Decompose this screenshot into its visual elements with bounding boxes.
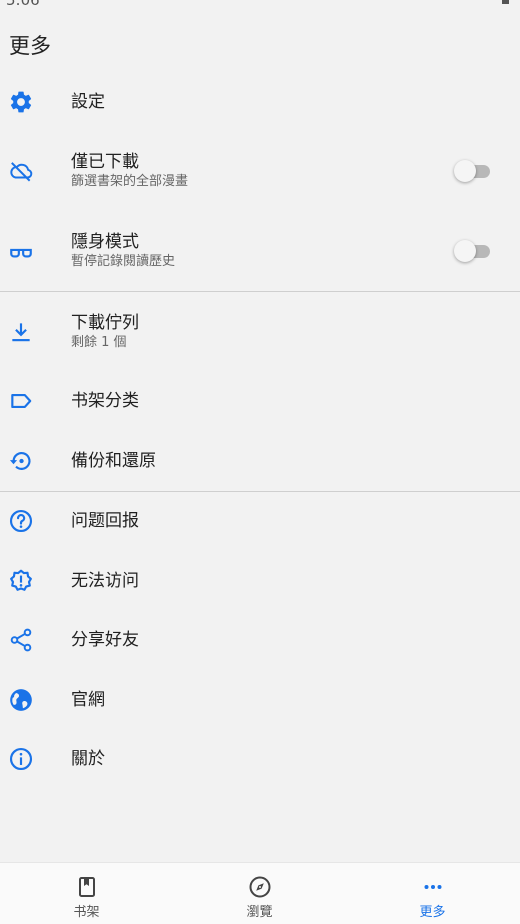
menu-item-label: 僅已下載	[71, 152, 139, 173]
menu-item-download-queue[interactable]: 下載佇列 剩餘 1 個	[0, 292, 520, 372]
menu-item-cannot-access[interactable]: 无法访问	[0, 551, 520, 611]
help-icon	[8, 508, 34, 534]
top-app-bar: 更多	[0, 10, 520, 72]
download-icon	[8, 319, 34, 345]
page-title: 更多	[9, 34, 51, 58]
menu-item-label: 關於	[71, 749, 105, 770]
menu-item-label: 分享好友	[71, 630, 139, 651]
downloaded-only-toggle[interactable]	[454, 159, 492, 183]
compass-icon	[248, 875, 272, 899]
toggle-thumb	[454, 160, 476, 183]
cloud-off-icon	[8, 158, 34, 184]
more-dots-icon	[421, 875, 445, 899]
globe-icon	[8, 687, 34, 713]
menu-item-subtitle: 篩選書架的全部漫畫	[71, 174, 189, 190]
menu-item-label: 設定	[71, 91, 105, 112]
nav-label: 瀏覽	[246, 905, 273, 920]
menu-item-incognito[interactable]: 隱身模式 暫停記錄閱讀歷史	[0, 211, 520, 291]
menu-item-subtitle: 剩餘 1 個	[71, 334, 127, 350]
menu-item-categories[interactable]: 书架分类	[0, 372, 520, 432]
menu-item-about[interactable]: 關於	[0, 730, 520, 790]
menu-item-label: 官網	[71, 689, 105, 710]
incognito-toggle[interactable]	[454, 239, 492, 263]
nav-item-library[interactable]: 书架	[0, 863, 173, 924]
menu-item-label: 书架分类	[71, 391, 139, 412]
info-icon	[8, 746, 34, 772]
glasses-icon	[8, 238, 34, 264]
nav-item-browse[interactable]: 瀏覽	[173, 863, 346, 924]
menu-item-settings[interactable]: 設定	[0, 72, 520, 132]
menu-item-label: 備份和還原	[71, 450, 156, 471]
menu-item-share[interactable]: 分享好友	[0, 611, 520, 671]
toggle-thumb	[454, 240, 476, 263]
label-icon	[8, 388, 34, 414]
nav-item-more[interactable]: 更多	[346, 863, 519, 924]
status-bar: 5:06	[0, 0, 520, 10]
restore-icon	[8, 448, 34, 474]
gear-icon	[8, 89, 34, 115]
menu-item-label: 无法访问	[71, 570, 139, 591]
alert-badge-icon	[8, 568, 34, 594]
nav-label: 更多	[419, 905, 446, 920]
share-icon	[8, 627, 34, 653]
menu-item-label: 隱身模式	[71, 232, 139, 253]
menu-item-website[interactable]: 官網	[0, 670, 520, 730]
menu-item-downloaded-only[interactable]: 僅已下載 篩選書架的全部漫畫	[0, 132, 520, 212]
book-icon	[75, 875, 99, 899]
status-time: 5:06	[6, 0, 40, 9]
more-menu: 設定 僅已下載 篩選書架的全部漫畫 隱身模式 暫停記錄閱讀歷史 下載佇列 剩餘 …	[0, 72, 520, 790]
menu-item-report-issue[interactable]: 问题回报	[0, 492, 520, 552]
nav-label: 书架	[73, 905, 100, 920]
bottom-navigation: 书架 瀏覽 更多	[0, 862, 520, 924]
menu-item-label: 问题回报	[71, 511, 139, 532]
signal-battery-icon	[502, 0, 509, 4]
menu-item-backup-restore[interactable]: 備份和還原	[0, 431, 520, 491]
menu-item-subtitle: 暫停記錄閱讀歷史	[71, 254, 176, 270]
menu-item-label: 下載佇列	[71, 312, 139, 333]
